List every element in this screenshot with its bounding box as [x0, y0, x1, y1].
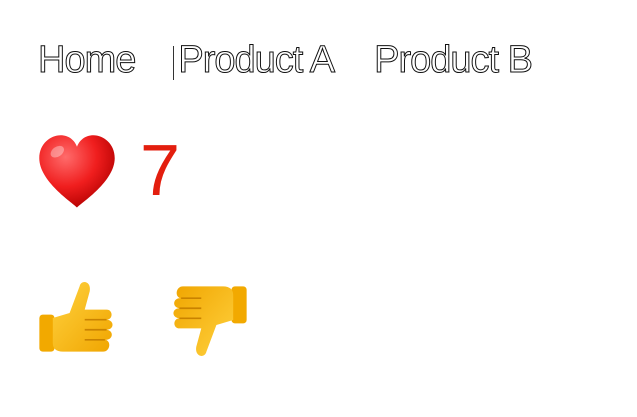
- like-counter: 7: [36, 131, 181, 214]
- top-nav: Home Product A Product B: [37, 36, 534, 84]
- heart-icon[interactable]: [36, 132, 118, 214]
- nav-link-product-b[interactable]: Product B: [374, 36, 534, 84]
- thumbs-down-icon[interactable]: [166, 278, 250, 362]
- vote-buttons: [36, 276, 250, 362]
- nav-link-product-a[interactable]: Product A: [178, 36, 336, 84]
- nav-divider: [173, 46, 175, 80]
- nav-link-home[interactable]: Home: [37, 36, 136, 84]
- like-count: 7: [140, 131, 181, 211]
- thumbs-up-icon[interactable]: [36, 276, 120, 360]
- page: Home Product A Product B 7: [0, 0, 637, 417]
